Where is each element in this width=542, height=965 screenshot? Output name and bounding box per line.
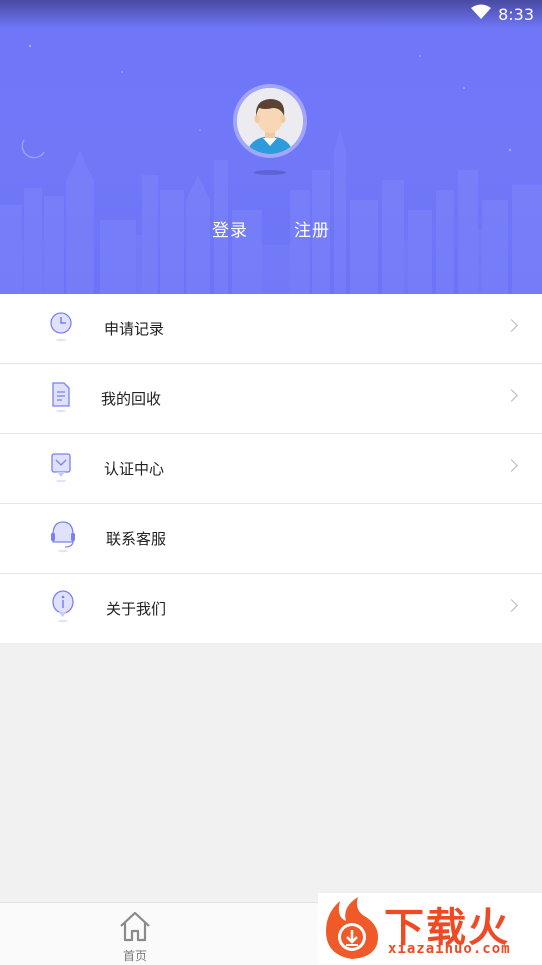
menu-item-application-records[interactable]: 申请记录 — [0, 294, 542, 364]
chevron-right-icon — [505, 389, 518, 402]
certificate-icon — [46, 450, 76, 484]
status-time: 8:33 — [498, 4, 534, 24]
avatar[interactable] — [233, 84, 307, 158]
nav-home-tab[interactable]: 首页 — [110, 909, 160, 963]
avatar-shadow — [254, 170, 286, 175]
menu-item-label: 申请记录 — [104, 320, 165, 338]
menu-item-label: 认证中心 — [104, 460, 165, 478]
menu-item-about-us[interactable]: 关于我们 — [0, 574, 542, 643]
flame-download-icon — [320, 895, 384, 965]
chevron-right-icon — [505, 459, 518, 472]
menu-item-certification-center[interactable]: 认证中心 — [0, 434, 542, 504]
home-icon — [115, 911, 155, 947]
menu-item-my-recycling[interactable]: 我的回收 — [0, 364, 542, 434]
document-icon — [46, 380, 76, 414]
watermark-domain: xiazaihuo.com — [388, 941, 511, 957]
menu-item-label: 联系客服 — [106, 530, 167, 548]
profile-header: 8:33 登录 注册 — [0, 0, 542, 294]
settings-menu: 申请记录 我的回收 认证中心 联系客服 关于我们 — [0, 294, 542, 643]
headset-icon — [48, 518, 78, 553]
register-button[interactable]: 注册 — [294, 216, 330, 241]
menu-item-label: 我的回收 — [101, 390, 162, 408]
info-icon — [48, 588, 78, 623]
clock-record-icon — [46, 310, 76, 344]
login-button[interactable]: 登录 — [212, 216, 248, 241]
user-avatar-icon — [237, 88, 303, 154]
menu-item-label: 关于我们 — [106, 600, 167, 618]
status-bar: 8:33 — [0, 0, 542, 28]
menu-item-customer-service[interactable]: 联系客服 — [0, 504, 542, 574]
watermark-logo: 下载火 xiazaihuo.com — [318, 893, 542, 964]
chevron-right-icon — [505, 319, 518, 332]
chevron-right-icon — [505, 599, 518, 612]
nav-home-label: 首页 — [122, 949, 147, 963]
wifi-icon — [470, 4, 492, 24]
